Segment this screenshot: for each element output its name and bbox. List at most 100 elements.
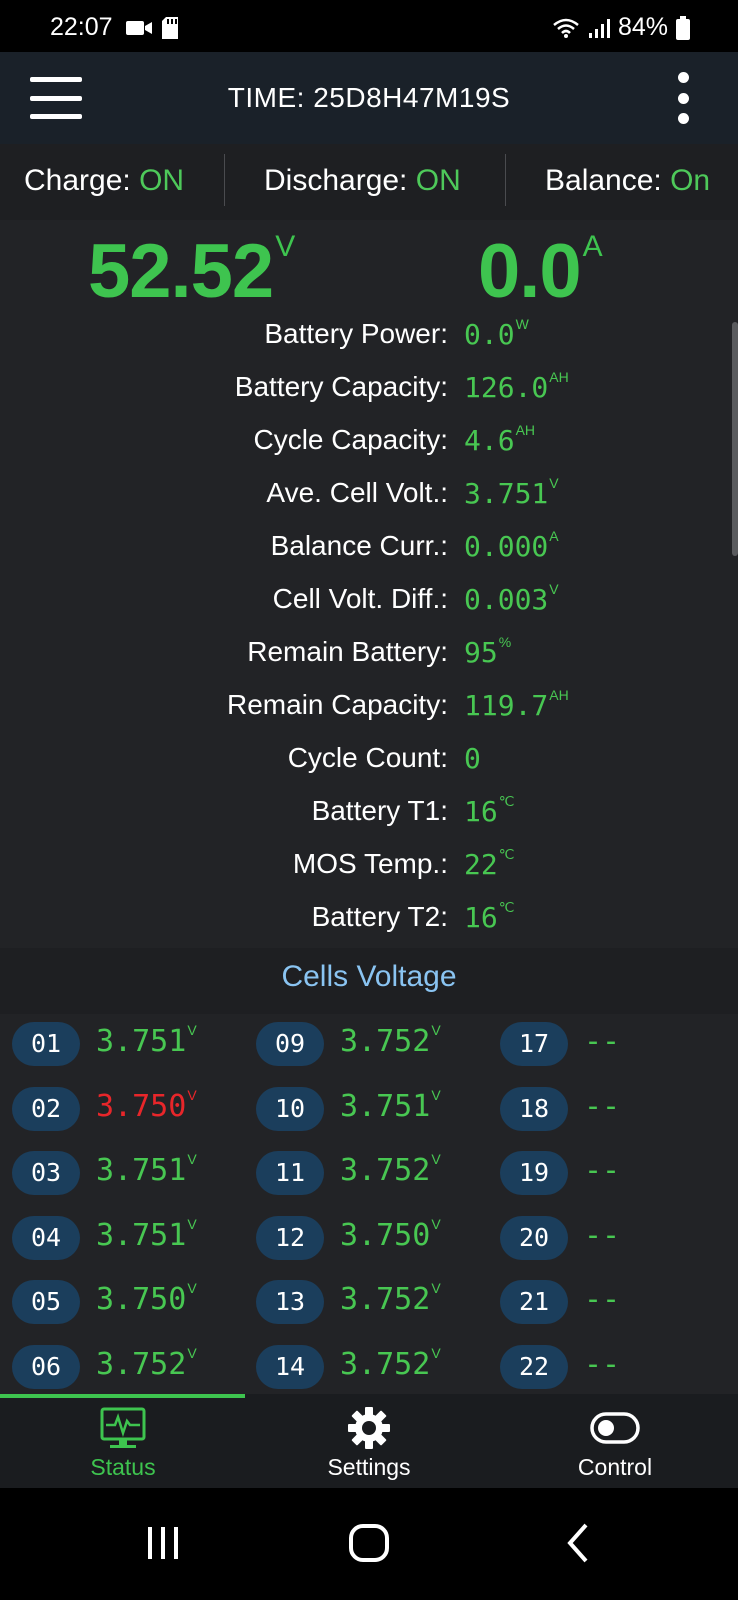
cell-0-5: 06 3.752V <box>12 1337 242 1389</box>
system-nav-bar <box>0 1488 738 1600</box>
cell-voltage: -- <box>584 1024 620 1059</box>
cell-voltage-value: -- <box>584 1024 621 1059</box>
stat-unit: V <box>549 581 559 597</box>
cell-number-badge: 18 <box>500 1086 568 1131</box>
cell-voltage-value: 3.752 <box>340 1346 431 1382</box>
stat-cycle-count: Cycle Count: 0 <box>0 734 738 787</box>
cell-voltage-unit: V <box>187 1215 197 1232</box>
charge-label: Charge: <box>24 164 140 197</box>
stat-value: 0 <box>464 742 482 775</box>
stat-unit: A <box>549 528 559 544</box>
cell-0-2: 03 3.751V <box>12 1143 242 1195</box>
stat-label: Remain Capacity: <box>227 689 448 720</box>
cell-number-badge: 10 <box>256 1086 324 1131</box>
cell-voltage: 3.751V <box>96 1215 197 1253</box>
cell-voltage: -- <box>584 1347 620 1382</box>
current-unit: A <box>582 230 603 263</box>
cell-number-badge: 17 <box>500 1022 568 1066</box>
cell-voltage-unit: V <box>187 1344 197 1361</box>
stat-label: Battery Capacity: <box>234 371 448 402</box>
nav-control[interactable]: Control <box>492 1394 738 1488</box>
balance-label: Balance: <box>545 164 671 197</box>
wifi-icon <box>553 18 579 38</box>
cell-voltage: 3.750V <box>96 1087 197 1124</box>
status-icons-right: 84% <box>552 13 690 42</box>
charge-value: ON <box>139 164 185 197</box>
cell-voltage: -- <box>584 1153 620 1188</box>
stat-number: 95 <box>464 636 498 669</box>
stat-cell-volt-diff: Cell Volt. Diff.: 0.003V <box>0 575 738 628</box>
stat-unit: ℃ <box>498 793 515 809</box>
stat-value: 0.000A <box>464 528 559 563</box>
cell-voltage: 3.752V <box>340 1022 441 1059</box>
balance-value: On <box>670 164 711 197</box>
stat-battery-t1: Battery T1: 16℃ <box>0 787 738 840</box>
stat-unit: ℃ <box>498 846 515 862</box>
stat-label: Battery T1: <box>311 795 448 826</box>
total-voltage: 52.52V <box>88 228 295 315</box>
app-top-bar: TIME: 25D8H47M19S <box>0 52 738 144</box>
stat-number: 4.6 <box>464 424 515 457</box>
cell-voltage-unit: V <box>187 1280 197 1296</box>
stat-label: Cycle Capacity: <box>253 424 448 455</box>
cell-voltage-value: 3.752 <box>340 1024 431 1059</box>
more-vertical-icon[interactable] <box>676 72 690 124</box>
stat-mos-temp: MOS Temp.: 22℃ <box>0 840 738 893</box>
stat-label: MOS Temp.: <box>292 848 448 879</box>
nav-control-label: Control <box>577 1454 653 1480</box>
back-icon[interactable] <box>548 1518 608 1568</box>
cell-voltage-value: 3.750 <box>96 1088 187 1124</box>
stat-number: 0 <box>464 742 481 775</box>
stat-number: 22 <box>464 848 498 881</box>
stat-label: Ave. Cell Volt.: <box>266 477 448 508</box>
cell-voltage: 3.750V <box>96 1280 197 1317</box>
stat-label: Balance Curr.: <box>270 530 448 561</box>
cell-0-0: 01 3.751V <box>12 1014 242 1066</box>
cell-voltage-value: 3.751 <box>96 1153 187 1188</box>
video-icon <box>126 21 152 35</box>
stat-label: Battery T2: <box>311 901 448 932</box>
cell-number-badge: 01 <box>12 1022 80 1066</box>
stat-remain-capacity: Remain Capacity: 119.7AH <box>0 681 738 734</box>
stat-number: 0.0 <box>464 318 515 351</box>
cell-1-4: 13 3.752V <box>256 1272 486 1324</box>
home-icon[interactable] <box>339 1518 399 1568</box>
signal-icon <box>588 18 610 38</box>
cell-2-5: 22 -- <box>500 1337 730 1389</box>
stat-number: 16 <box>464 901 498 934</box>
cell-voltage-value: 3.751 <box>96 1217 187 1253</box>
cell-voltage-value: 3.750 <box>340 1217 431 1253</box>
stat-number: 126.0 <box>464 371 549 404</box>
cell-voltage-unit: V <box>187 1151 197 1167</box>
bottom-nav: Status Settings Control <box>0 1394 738 1488</box>
cell-1-1: 10 3.751V <box>256 1079 486 1131</box>
stat-unit: AH <box>515 422 536 438</box>
cell-voltage: 3.751V <box>96 1151 197 1188</box>
cell-voltage-value: 3.752 <box>96 1346 187 1382</box>
nav-settings[interactable]: Settings <box>246 1394 492 1488</box>
discharge-status: Discharge: ON <box>264 164 461 198</box>
cell-voltage-value: -- <box>584 1282 621 1317</box>
cell-number-badge: 11 <box>256 1151 324 1195</box>
stat-battery-capacity: Battery Capacity: 126.0AH <box>0 363 738 416</box>
page-title: TIME: 25D8H47M19S <box>227 82 511 113</box>
cell-voltage-unit: V <box>187 1022 197 1038</box>
cell-voltage: 3.751V <box>96 1022 197 1059</box>
cell-0-1: 02 3.750V <box>12 1079 242 1131</box>
divider <box>505 154 506 206</box>
cell-number-badge: 22 <box>500 1344 568 1389</box>
stat-unit: % <box>498 634 512 650</box>
scrollbar[interactable] <box>732 322 738 556</box>
cell-voltage: 3.750V <box>340 1216 441 1253</box>
cell-1-5: 14 3.752V <box>256 1337 486 1389</box>
nav-status-label: Status <box>90 1454 156 1480</box>
stat-value: 16℃ <box>464 899 514 934</box>
cell-2-0: 17 -- <box>500 1014 730 1066</box>
cell-voltage-unit: V <box>431 1022 441 1038</box>
recent-apps-icon[interactable] <box>133 1518 193 1568</box>
stat-battery-power: Battery Power: 0.0W <box>0 310 738 363</box>
stat-cycle-capacity: Cycle Capacity: 4.6AH <box>0 416 738 469</box>
stat-number: 3.751 <box>464 477 549 510</box>
cell-number-badge: 21 <box>500 1280 568 1324</box>
nav-status[interactable]: Status <box>0 1394 246 1488</box>
